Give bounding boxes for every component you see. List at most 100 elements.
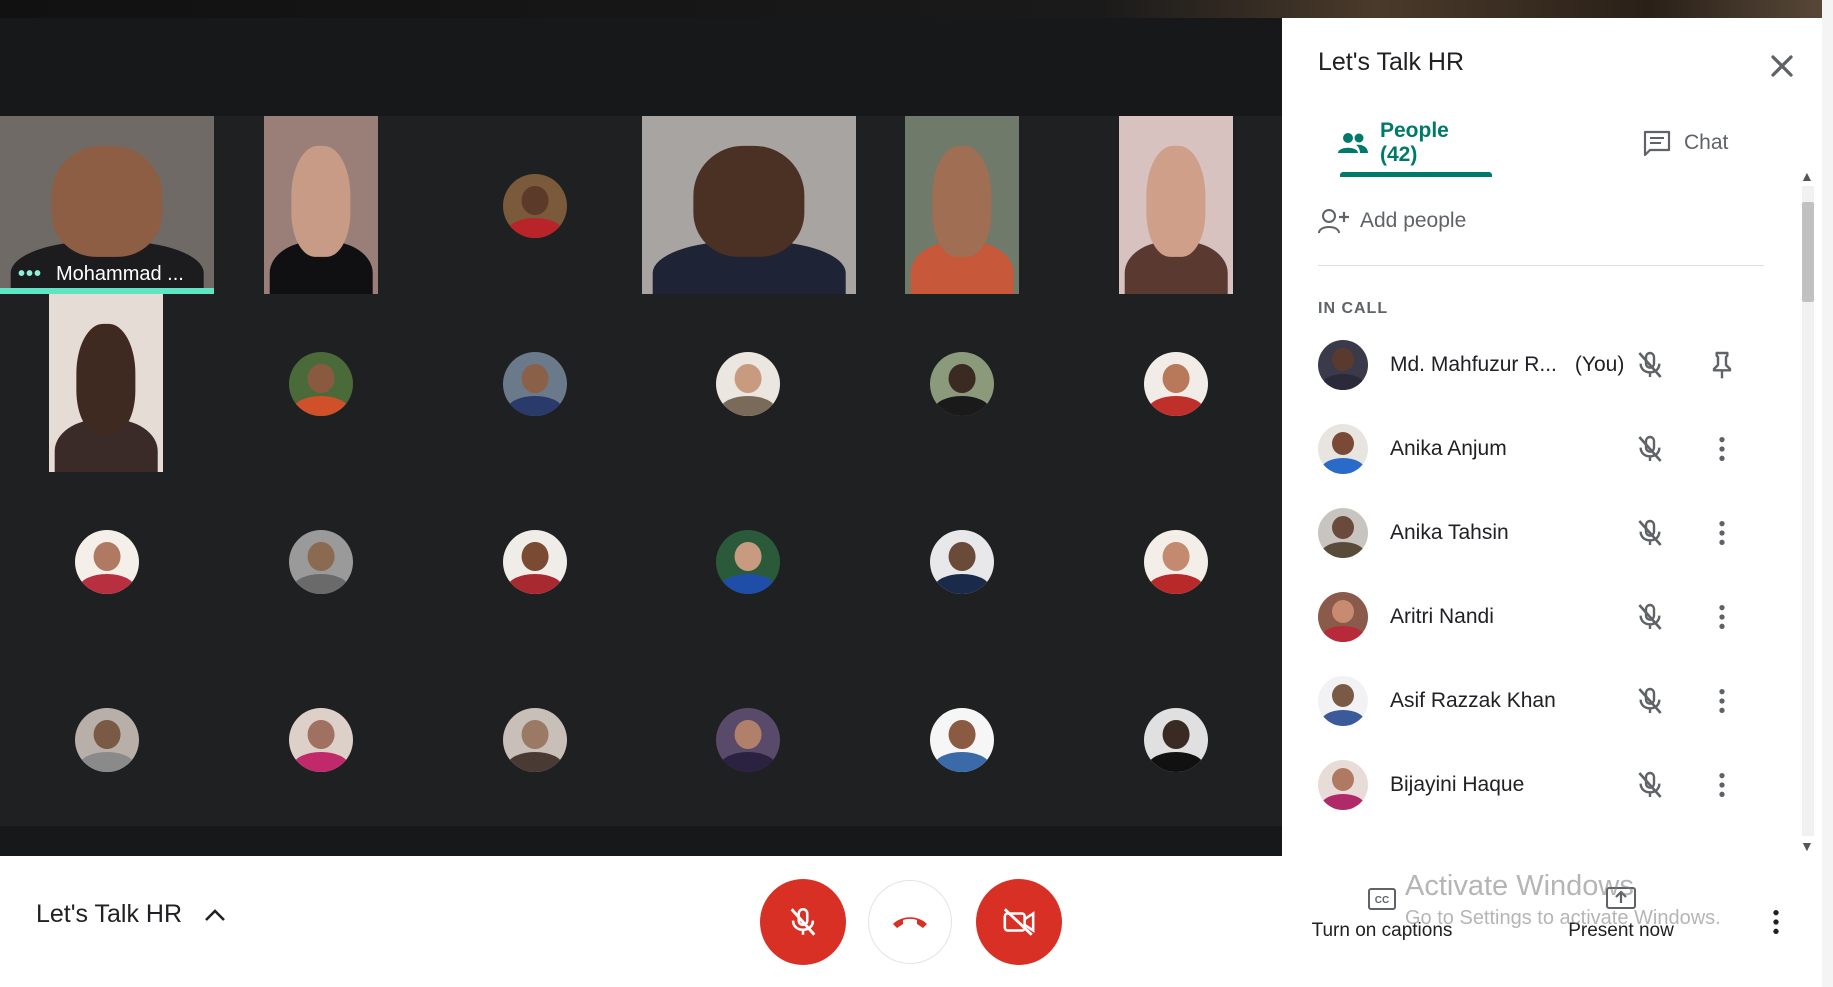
participant-avatar[interactable]	[289, 530, 353, 594]
participant-avatar[interactable]	[503, 708, 567, 772]
participant-avatar[interactable]	[289, 352, 353, 416]
participant-face	[693, 146, 805, 257]
participant-list-scrollbar[interactable]: ▲ ▼	[1796, 168, 1820, 858]
participant-name: Md. Mahfuzur R... (You)	[1390, 323, 1624, 407]
participant-avatar[interactable]	[930, 352, 994, 416]
participant-avatar[interactable]	[503, 174, 567, 238]
participant-avatar[interactable]	[75, 530, 139, 594]
chevron-up-icon	[204, 908, 226, 922]
avatar-head	[93, 541, 121, 571]
tab-people-label: People (42)	[1380, 119, 1449, 166]
captions-button[interactable]: CC Turn on captions	[1300, 884, 1464, 942]
mic-off-icon	[1634, 349, 1666, 381]
participant-row[interactable]: Anika Tahsin	[1282, 491, 1822, 575]
participant-avatar[interactable]	[503, 352, 567, 416]
tab-chat[interactable]: Chat	[1642, 108, 1762, 178]
bottom-control-bar: Let's Talk HR CC Turn on captions Presen…	[0, 856, 1822, 987]
mic-off-icon	[1634, 769, 1666, 801]
svg-text:CC: CC	[1375, 895, 1389, 906]
divider	[1318, 265, 1764, 266]
present-now-label: Present now	[1568, 920, 1674, 941]
mic-off-icon	[1634, 433, 1666, 465]
more-vert-icon[interactable]	[1706, 685, 1738, 717]
captions-label: Turn on captions	[1311, 920, 1453, 941]
participant-avatar	[1318, 424, 1368, 474]
camera-toggle-button[interactable]	[976, 879, 1062, 965]
avatar-body	[507, 395, 563, 416]
participant-avatar[interactable]	[75, 708, 139, 772]
more-vert-icon[interactable]	[1706, 433, 1738, 465]
more-vert-icon[interactable]	[1706, 517, 1738, 549]
more-vert-icon[interactable]	[1706, 769, 1738, 801]
tab-people[interactable]: People (42)	[1338, 108, 1490, 178]
meeting-details-button[interactable]: Let's Talk HR	[36, 900, 226, 929]
panel-tabs: People (42) Chat	[1282, 108, 1822, 178]
avatar-body	[293, 573, 349, 594]
participant-name: Anika Tahsin	[1390, 491, 1509, 575]
close-panel-button[interactable]	[1764, 48, 1800, 84]
avatar-body	[293, 395, 349, 416]
avatar-head	[93, 719, 121, 749]
participant-name-text: Aritri Nandi	[1390, 605, 1494, 628]
participant-avatar	[1318, 592, 1368, 642]
participant-name: Anika Anjum	[1390, 407, 1507, 491]
add-person-icon	[1318, 208, 1350, 234]
participant-row[interactable]: Aritri Nandi	[1282, 575, 1822, 659]
present-now-button[interactable]: Present now	[1556, 884, 1686, 942]
pin-icon[interactable]	[1706, 349, 1738, 381]
panel-title: Let's Talk HR	[1318, 48, 1465, 76]
participant-face	[1146, 146, 1206, 257]
participant-row[interactable]: Anika Anjum	[1282, 407, 1822, 491]
avatar-head	[307, 719, 335, 749]
participant-avatar[interactable]	[1144, 530, 1208, 594]
avatar-body	[720, 751, 776, 772]
participant-avatar[interactable]	[503, 530, 567, 594]
window-top-strip	[0, 0, 1833, 18]
participant-avatar[interactable]	[930, 530, 994, 594]
participant-row[interactable]: Md. Mahfuzur R... (You)	[1282, 323, 1822, 407]
participant-name: Aritri Nandi	[1390, 575, 1494, 659]
more-vert-icon[interactable]	[1706, 601, 1738, 633]
participant-video-tile[interactable]	[905, 116, 1019, 294]
avatar-body	[1321, 710, 1365, 726]
participant-avatar[interactable]	[1144, 708, 1208, 772]
microphone-toggle-button[interactable]	[760, 879, 846, 965]
avatar-head	[1332, 432, 1354, 455]
avatar-head	[521, 541, 549, 571]
people-icon	[1338, 132, 1368, 154]
scroll-up-icon[interactable]: ▲	[1800, 168, 1814, 184]
participant-name: Bijayini Haque	[1390, 743, 1524, 827]
avatar-head	[521, 363, 549, 393]
avatar-body	[1321, 794, 1365, 810]
participant-video-tile[interactable]	[642, 116, 856, 294]
tab-active-indicator	[1340, 172, 1492, 177]
participant-avatar[interactable]	[289, 708, 353, 772]
participant-avatar	[1318, 676, 1368, 726]
participant-avatar[interactable]	[1144, 352, 1208, 416]
participant-avatar[interactable]	[716, 530, 780, 594]
participant-avatar[interactable]	[716, 708, 780, 772]
scroll-down-icon[interactable]: ▼	[1800, 838, 1814, 854]
participant-avatar	[1318, 760, 1368, 810]
avatar-body	[1321, 626, 1365, 642]
participant-avatar[interactable]	[716, 352, 780, 416]
avatar-head	[734, 719, 762, 749]
you-label: (You)	[1574, 353, 1625, 376]
avatar-body	[79, 573, 135, 594]
leave-call-button[interactable]	[868, 880, 952, 964]
participant-video-tile[interactable]	[49, 294, 163, 472]
close-icon	[1771, 55, 1793, 77]
more-options-button[interactable]	[1760, 906, 1792, 938]
participant-video-tile[interactable]	[264, 116, 378, 294]
avatar-body	[507, 751, 563, 772]
participant-video-tile[interactable]: ••• Mohammad ...	[0, 116, 214, 294]
participant-row[interactable]: Asif Razzak Khan	[1282, 659, 1822, 743]
participant-video-tile[interactable]	[1119, 116, 1233, 294]
participant-avatar[interactable]	[930, 708, 994, 772]
add-people-button[interactable]: Add people	[1318, 208, 1466, 234]
participant-avatar	[1318, 340, 1368, 390]
avatar-head	[948, 363, 976, 393]
avatar-body	[720, 573, 776, 594]
scrollbar-thumb[interactable]	[1802, 202, 1814, 302]
participant-row[interactable]: Bijayini Haque	[1282, 743, 1822, 827]
